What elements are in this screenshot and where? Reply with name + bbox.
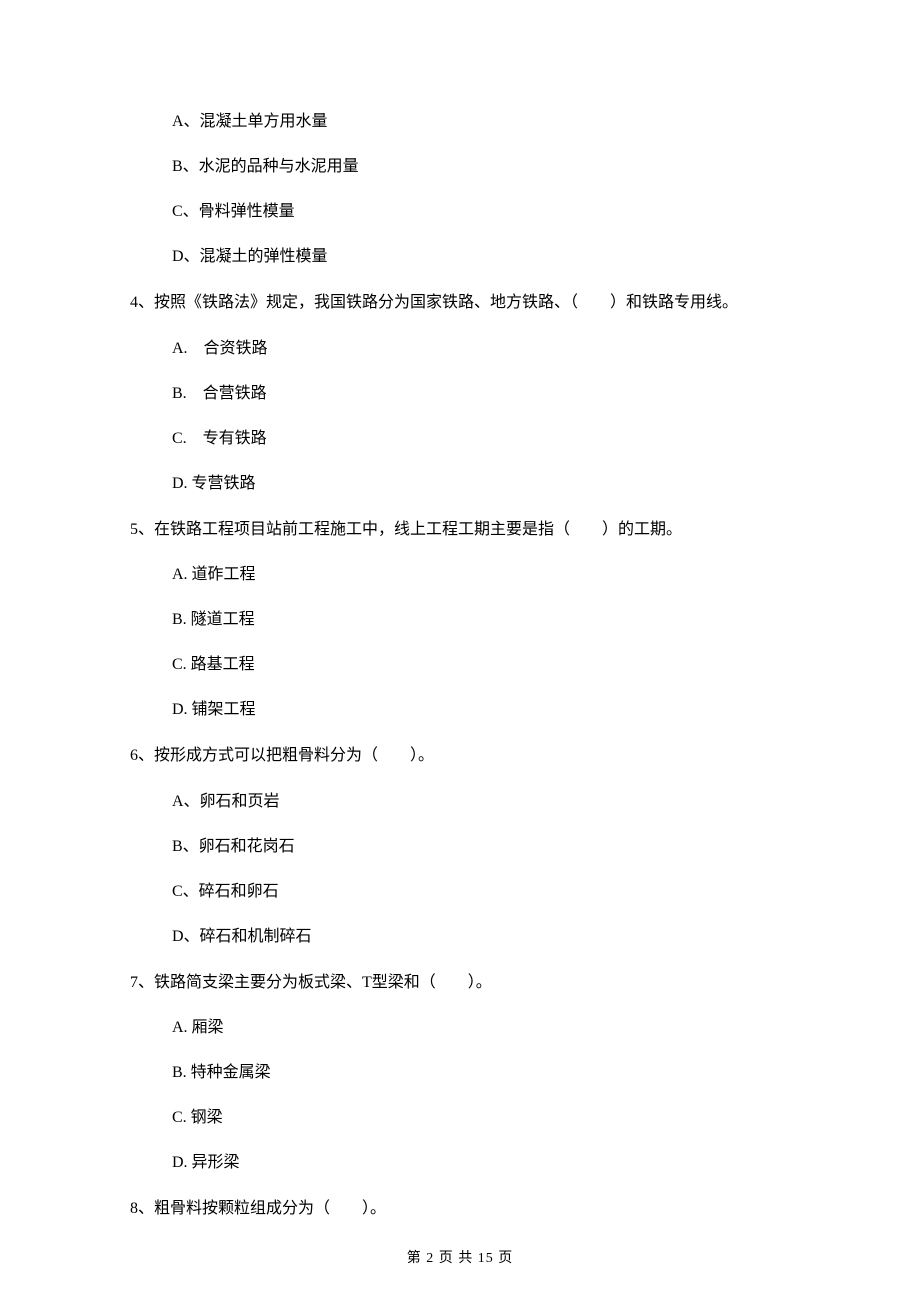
q3-option-a: A、混凝土单方用水量 xyxy=(172,110,800,134)
q3-option-c: C、骨料弹性模量 xyxy=(172,200,800,224)
q6-option-a: A、卵石和页岩 xyxy=(172,790,800,814)
q7-option-d: D. 异形梁 xyxy=(172,1151,800,1175)
q4-option-a: A. 合资铁路 xyxy=(172,337,800,361)
q5-option-d: D. 铺架工程 xyxy=(172,698,800,722)
q4-option-c: C. 专有铁路 xyxy=(172,427,800,451)
q6-option-b: B、卵石和花岗石 xyxy=(172,835,800,859)
q7-option-b: B. 特种金属梁 xyxy=(172,1061,800,1085)
q3-option-b: B、水泥的品种与水泥用量 xyxy=(172,155,800,179)
page-container: A、混凝土单方用水量 B、水泥的品种与水泥用量 C、骨料弹性模量 D、混凝土的弹… xyxy=(0,0,920,1302)
q5-option-a: A. 道砟工程 xyxy=(172,563,800,587)
q7-option-a: A. 厢梁 xyxy=(172,1016,800,1040)
q6-option-d: D、碎石和机制碎石 xyxy=(172,925,800,949)
page-footer: 第 2 页 共 15 页 xyxy=(0,1247,920,1267)
q4-option-b: B. 合营铁路 xyxy=(172,382,800,406)
q8-stem: 8、粗骨料按颗粒组成分为（ ）。 xyxy=(130,1196,800,1222)
q6-option-c: C、碎石和卵石 xyxy=(172,880,800,904)
q7-stem: 7、铁路简支梁主要分为板式梁、T型梁和（ ）。 xyxy=(130,970,800,996)
q4-option-d: D. 专营铁路 xyxy=(172,472,800,496)
q3-option-d: D、混凝土的弹性模量 xyxy=(172,245,800,269)
q7-option-c: C. 钢梁 xyxy=(172,1106,800,1130)
q6-stem: 6、按形成方式可以把粗骨料分为（ ）。 xyxy=(130,743,800,769)
q5-option-b: B. 隧道工程 xyxy=(172,608,800,632)
q5-option-c: C. 路基工程 xyxy=(172,653,800,677)
q4-stem: 4、按照《铁路法》规定，我国铁路分为国家铁路、地方铁路、（ ）和铁路专用线。 xyxy=(130,290,800,316)
q5-stem: 5、在铁路工程项目站前工程施工中，线上工程工期主要是指（ ）的工期。 xyxy=(130,517,800,543)
